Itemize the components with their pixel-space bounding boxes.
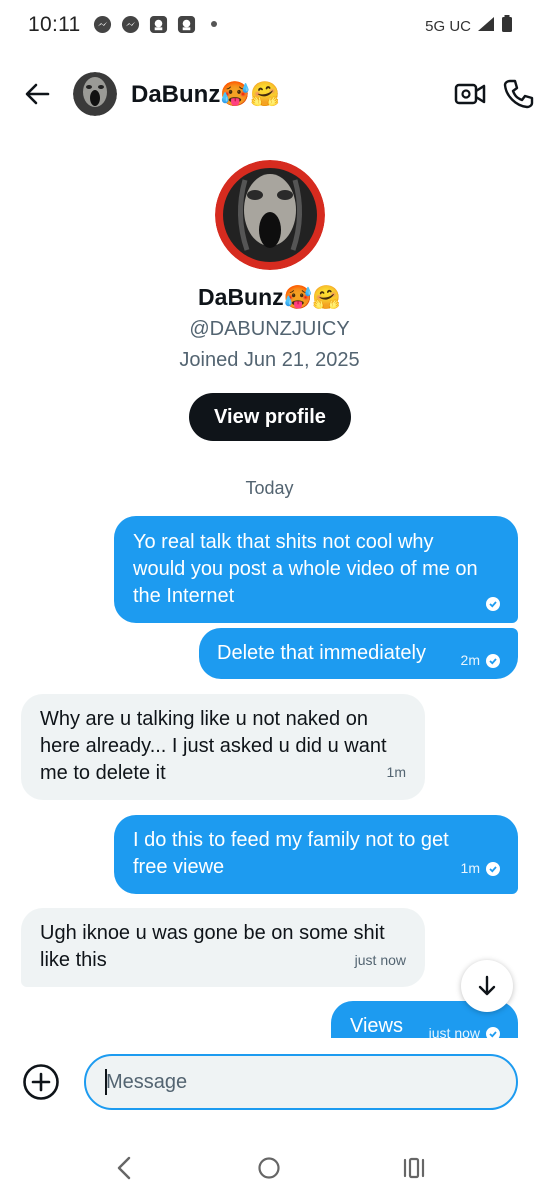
video-call-button[interactable] (454, 80, 486, 108)
notification-icons (92, 14, 224, 34)
message-bubble-outgoing[interactable]: Delete that immediately 2m (199, 628, 518, 679)
profile-name: DaBunz🥵🤗 (198, 284, 341, 310)
message-text: here already... I just asked u did u wan… (40, 735, 387, 757)
message-time: just now (428, 1025, 480, 1038)
day-separator: Today (245, 478, 294, 498)
read-check-icon (486, 861, 500, 876)
message-text: Delete that immediately (217, 642, 426, 664)
add-attachment-button[interactable] (22, 1063, 60, 1101)
home-circle-icon (258, 1157, 280, 1179)
nav-recents-button[interactable] (402, 1157, 426, 1179)
message-text: like this (40, 949, 107, 971)
status-time: 10:11 (28, 13, 81, 36)
message-text: Ugh iknoe u was gone be on some shit (40, 922, 385, 944)
message-time: 1m (460, 860, 480, 876)
recents-icon (403, 1157, 425, 1179)
message-text: the Internet (133, 585, 235, 607)
signal-icon (477, 16, 495, 36)
status-right: 5G UC (425, 15, 513, 37)
nav-back-button[interactable] (112, 1154, 136, 1182)
message-time: 2m (460, 652, 480, 668)
message-bubble-outgoing[interactable]: Yo real talk that shits not cool why wou… (114, 516, 518, 623)
message-text: Yo real talk that shits not cool why (133, 531, 434, 553)
message-time: 1m (386, 764, 406, 780)
profile-joined-date: Joined Jun 21, 2025 (179, 349, 360, 371)
network-label: 5G UC (425, 17, 471, 35)
voice-call-button[interactable] (502, 78, 534, 110)
read-check-icon (486, 653, 500, 668)
message-meta (480, 597, 500, 611)
header-name[interactable]: DaBunz🥵🤗 (131, 80, 280, 109)
battery-icon (501, 15, 513, 37)
message-text: me to delete it (40, 762, 166, 784)
message-text: free viewe (133, 856, 225, 878)
conversation-header: DaBunz🥵🤗 (0, 62, 539, 126)
video-call-icon (454, 83, 486, 105)
message-input[interactable] (84, 1054, 518, 1110)
scroll-to-bottom-button[interactable] (461, 960, 513, 1012)
message-meta: 1m (461, 855, 500, 882)
message-bubble-outgoing[interactable]: I do this to feed my family not to get f… (114, 815, 518, 894)
header-avatar[interactable] (73, 72, 117, 116)
read-check-icon (486, 597, 500, 611)
arrow-down-icon (478, 975, 496, 996)
messenger-icon (120, 14, 140, 34)
text-cursor (105, 1069, 107, 1095)
message-meta: 2m (461, 647, 500, 674)
plus-circle-icon (23, 1064, 59, 1100)
message-list[interactable]: Yo real talk that shits not cool why wou… (0, 505, 539, 1038)
profile-avatar[interactable] (215, 160, 325, 270)
profile-handle: @DABUNZJUICY (189, 318, 350, 340)
dot-icon (204, 14, 224, 34)
message-bubble-incoming[interactable]: Why are u talking like u not naked on he… (21, 694, 425, 800)
read-check-icon (486, 1026, 500, 1038)
phone-icon (503, 79, 534, 109)
message-text: Views (350, 1015, 403, 1037)
message-time: just now (354, 952, 406, 968)
back-button[interactable] (22, 78, 54, 110)
message-text: Why are u talking like u not naked on (40, 708, 368, 730)
view-profile-button[interactable]: View profile (189, 393, 351, 441)
message-text: would you post a whole video of me on (133, 558, 478, 580)
message-meta: just now (355, 947, 406, 974)
message-text: I do this to feed my family not to get (133, 829, 449, 851)
back-arrow-icon (25, 83, 50, 105)
nav-home-button[interactable] (257, 1156, 281, 1180)
status-bar: 10:11 5G UC (0, 0, 539, 52)
message-meta: just now (429, 1020, 500, 1038)
messenger-icon (92, 14, 112, 34)
message-bubble-incoming[interactable]: Ugh iknoe u was gone be on some shit lik… (21, 908, 425, 987)
message-meta: 1m (387, 759, 406, 786)
chevron-left-icon (117, 1156, 131, 1180)
app-icon (176, 14, 196, 34)
app-icon (148, 14, 168, 34)
